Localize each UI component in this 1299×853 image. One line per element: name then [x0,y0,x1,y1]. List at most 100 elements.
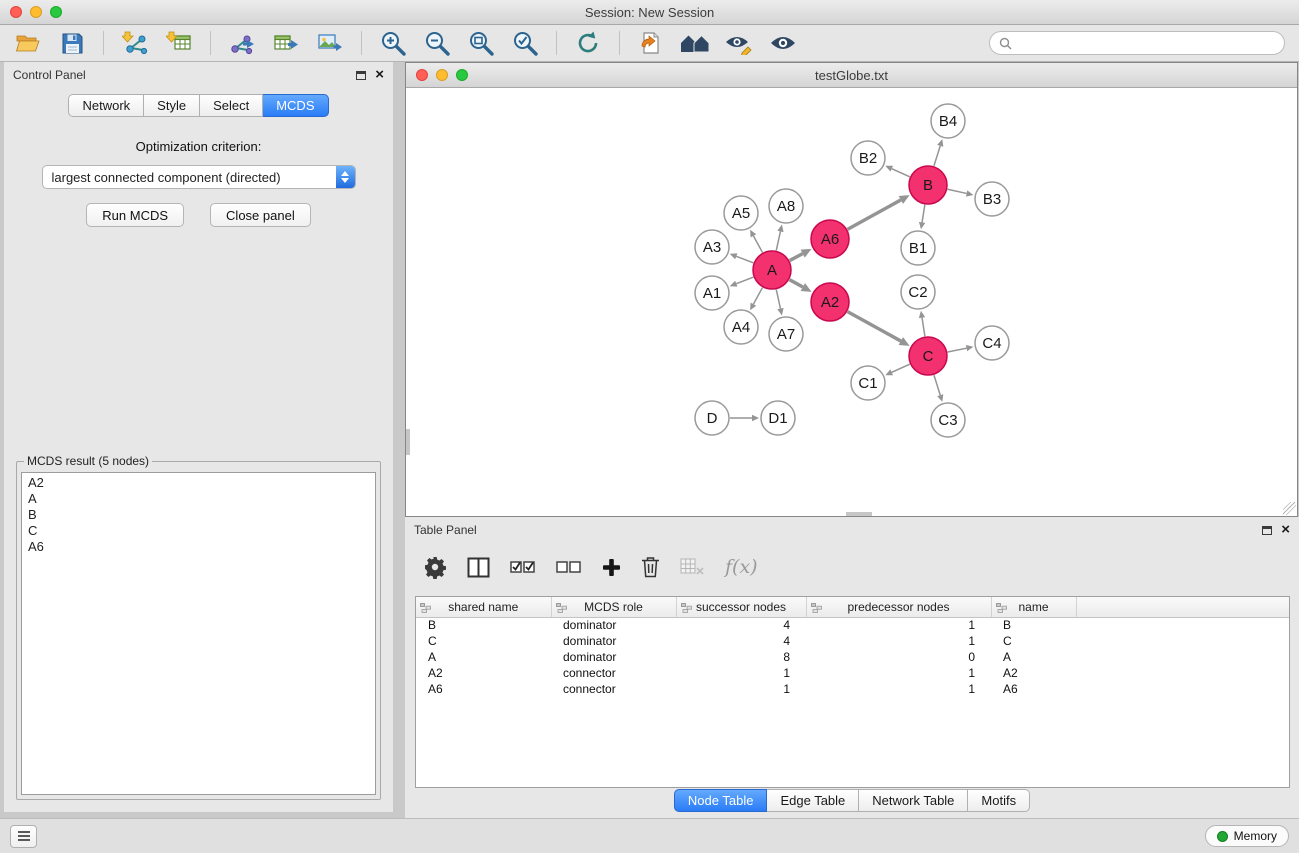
table-cell[interactable]: C [991,633,1076,649]
table-cell[interactable]: A [416,649,551,665]
table-cell[interactable]: B [416,617,551,633]
table-row[interactable]: Cdominator41C [416,633,1289,649]
table-cell[interactable]: connector [551,681,676,697]
column-header[interactable]: successor nodes [676,597,806,617]
select-all-button[interactable] [510,560,536,574]
save-session-button[interactable] [54,28,90,59]
table-cell[interactable]: 1 [676,681,806,697]
vertical-scrollbar[interactable] [406,429,410,455]
graph-edge-A2-C[interactable] [848,312,901,341]
table-cell[interactable]: A [991,649,1076,665]
table-cell[interactable]: 1 [676,665,806,681]
graph-edge-A6-B[interactable] [848,200,901,229]
export-network-button[interactable] [224,28,260,59]
float-panel-icon[interactable] [1262,526,1272,535]
tab-node-table[interactable]: Node Table [674,789,768,812]
table-cell[interactable]: 8 [676,649,806,665]
search-input[interactable] [1017,36,1275,50]
fullscreen-window-button[interactable] [50,6,62,18]
table-row[interactable]: Adominator80A [416,649,1289,665]
tab-mcds[interactable]: MCDS [263,94,328,117]
apply-layout-button[interactable] [570,28,606,59]
graph-edge-C-C1[interactable] [892,364,910,372]
tab-motifs[interactable]: Motifs [968,789,1030,812]
table-row[interactable]: A6connector11A6 [416,681,1289,697]
close-window-button[interactable] [416,69,428,81]
table-cell[interactable]: 1 [806,681,991,697]
mcds-result-list[interactable]: A2ABCA6 [21,472,376,795]
graph-edge-A-A1[interactable] [736,277,753,284]
graph-edge-A-A4[interactable] [753,288,762,305]
minimize-window-button[interactable] [30,6,42,18]
table-cell[interactable]: 1 [806,665,991,681]
graph-edge-C-C2[interactable] [922,318,925,337]
export-table-button[interactable] [268,28,304,59]
open-recent-session-button[interactable] [633,28,669,59]
table-cell[interactable]: connector [551,665,676,681]
graph-edge-C-C3[interactable] [934,375,940,395]
graph-edge-B-B4[interactable] [934,146,940,166]
table-cell[interactable]: 4 [676,617,806,633]
table-cell[interactable]: A2 [991,665,1076,681]
zoom-selected-button[interactable] [507,28,543,59]
graph-edge-A-A6[interactable] [790,254,803,261]
float-panel-icon[interactable] [356,71,366,80]
table-cell[interactable]: C [416,633,551,649]
graph-edge-B-B3[interactable] [948,189,967,193]
search-box[interactable] [989,31,1285,55]
graph-edge-B-B2[interactable] [892,169,910,177]
export-image-button[interactable] [312,28,348,59]
graph-edge-A-A2[interactable] [790,280,803,287]
minimize-window-button[interactable] [436,69,448,81]
column-header[interactable]: predecessor nodes [806,597,991,617]
open-session-button[interactable] [10,28,46,59]
add-column-button[interactable] [602,558,621,577]
close-panel-icon[interactable]: × [1281,525,1290,535]
memory-button[interactable]: Memory [1205,825,1289,847]
close-window-button[interactable] [10,6,22,18]
mcds-result-item[interactable]: A [28,491,369,507]
graph-edge-A-A3[interactable] [736,256,753,263]
table-row[interactable]: Bdominator41B [416,617,1289,633]
graph-edge-A-A5[interactable] [753,236,762,253]
graph-edge-A-A8[interactable] [776,231,780,250]
close-panel-icon[interactable]: × [375,70,384,80]
table-row[interactable]: A2connector11A2 [416,665,1289,681]
zoom-out-button[interactable] [419,28,455,59]
table-cell[interactable]: dominator [551,633,676,649]
table-cell[interactable]: A2 [416,665,551,681]
zoom-in-button[interactable] [375,28,411,59]
table-cell[interactable]: B [991,617,1076,633]
table-cell[interactable]: 1 [806,633,991,649]
run-mcds-button[interactable]: Run MCDS [86,203,184,227]
column-header[interactable]: MCDS role [551,597,676,617]
graph-edge-C-C4[interactable] [948,348,967,352]
mcds-result-item[interactable]: A2 [28,475,369,491]
fullscreen-window-button[interactable] [456,69,468,81]
mcds-result-item[interactable]: A6 [28,539,369,555]
mcds-result-item[interactable]: B [28,507,369,523]
table-cell[interactable]: dominator [551,649,676,665]
table-cell[interactable]: dominator [551,617,676,633]
network-canvas[interactable]: AA1A2A3A4A5A6A7A8BB1B2B3B4CC1C2C3C4DD1 [406,88,1297,516]
tab-style[interactable]: Style [144,94,200,117]
resize-grip-icon[interactable] [1283,502,1296,515]
deselect-all-button[interactable] [556,560,582,574]
tab-network-table[interactable]: Network Table [859,789,968,812]
optimization-criterion-select[interactable]: largest connected component (directed) [42,165,356,189]
table-cell[interactable]: A6 [416,681,551,697]
graph-edge-B-B1[interactable] [922,205,925,223]
show-columns-button[interactable] [467,557,490,578]
tab-network[interactable]: Network [68,94,144,117]
import-table-button[interactable] [161,28,197,59]
delete-column-button[interactable] [641,556,660,578]
zoom-fit-button[interactable] [463,28,499,59]
mcds-result-item[interactable]: C [28,523,369,539]
table-settings-button[interactable] [423,555,447,579]
home-button[interactable] [677,28,713,59]
graph-edge-A-A7[interactable] [776,290,780,309]
table-cell[interactable]: 0 [806,649,991,665]
network-graph[interactable]: AA1A2A3A4A5A6A7A8BB1B2B3B4CC1C2C3C4DD1 [406,88,1297,516]
table-cell[interactable]: 4 [676,633,806,649]
column-header[interactable]: shared name [416,597,551,617]
